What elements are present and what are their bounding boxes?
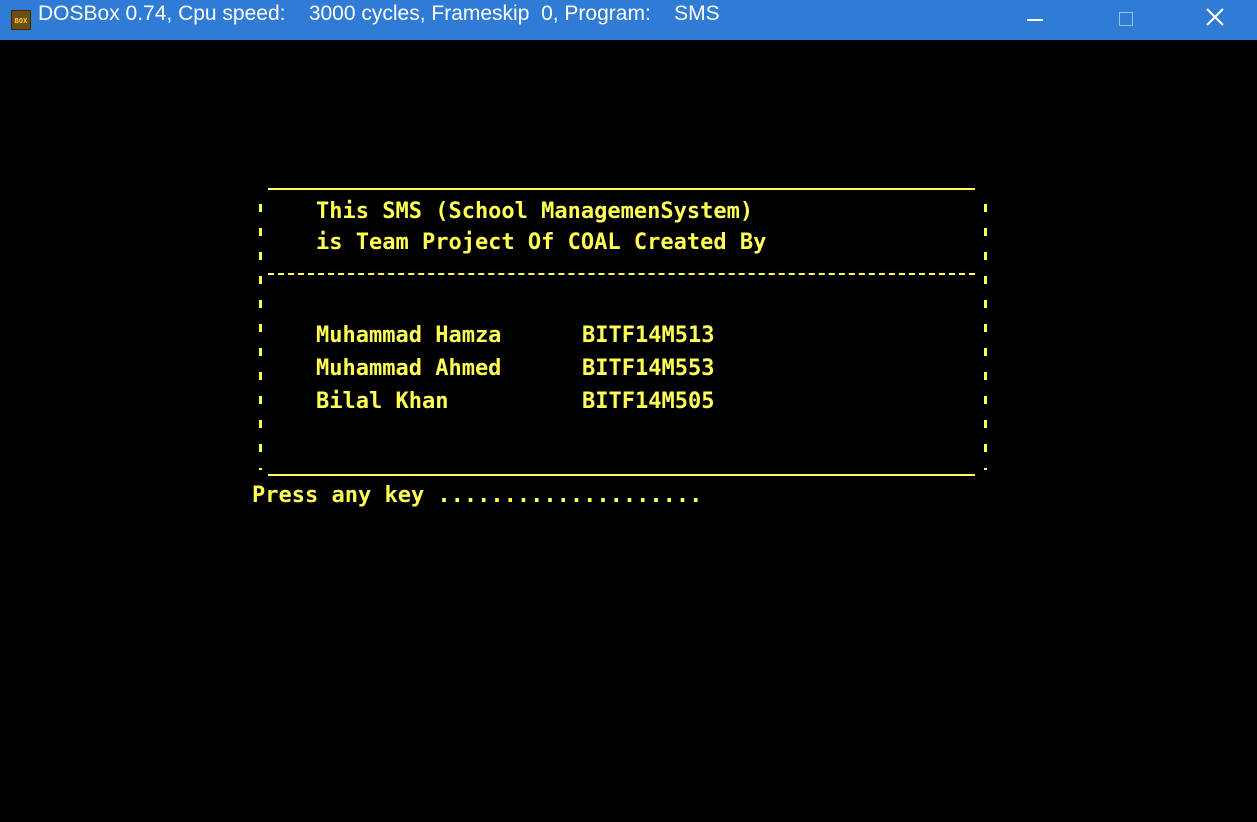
app-icon-label: BOX [14, 17, 28, 25]
member-name-3: Bilal Khan [316, 389, 449, 414]
maximize-icon [1119, 12, 1133, 26]
dos-console-screen[interactable]: This SMS (School ManagemenSystem) is Tea… [0, 40, 1257, 822]
credits-frame-bottom-border [268, 474, 975, 476]
credits-frame-top-border [268, 188, 975, 190]
member-roll-3: BITF14M505 [582, 389, 715, 414]
member-name-1: Muhammad Hamza [316, 323, 502, 348]
press-any-key-prompt: Press any key .................... [252, 483, 703, 508]
credits-frame-right-border [984, 204, 987, 470]
minimize-button[interactable] [988, 0, 1080, 40]
credits-header-line-1: This SMS (School ManagemenSystem) [316, 199, 754, 224]
member-name-2: Muhammad Ahmed [316, 356, 502, 381]
title-bar[interactable]: BOX DOSBox 0.74, Cpu speed: 3000 cycles,… [0, 0, 1257, 40]
close-button[interactable] [1165, 0, 1257, 40]
credits-header-line-2: is Team Project Of COAL Created By [316, 230, 767, 255]
window-title: DOSBox 0.74, Cpu speed: 3000 cycles, Fra… [38, 2, 720, 25]
close-icon [1206, 8, 1224, 26]
credits-frame-left-border [259, 204, 262, 470]
minimize-icon [1027, 19, 1043, 21]
maximize-button[interactable] [1080, 0, 1172, 40]
dosbox-window: BOX DOSBox 0.74, Cpu speed: 3000 cycles,… [0, 0, 1257, 822]
dosbox-app-icon[interactable]: BOX [11, 10, 31, 30]
member-roll-1: BITF14M513 [582, 323, 715, 348]
member-roll-2: BITF14M553 [582, 356, 715, 381]
credits-frame-divider [268, 273, 975, 275]
